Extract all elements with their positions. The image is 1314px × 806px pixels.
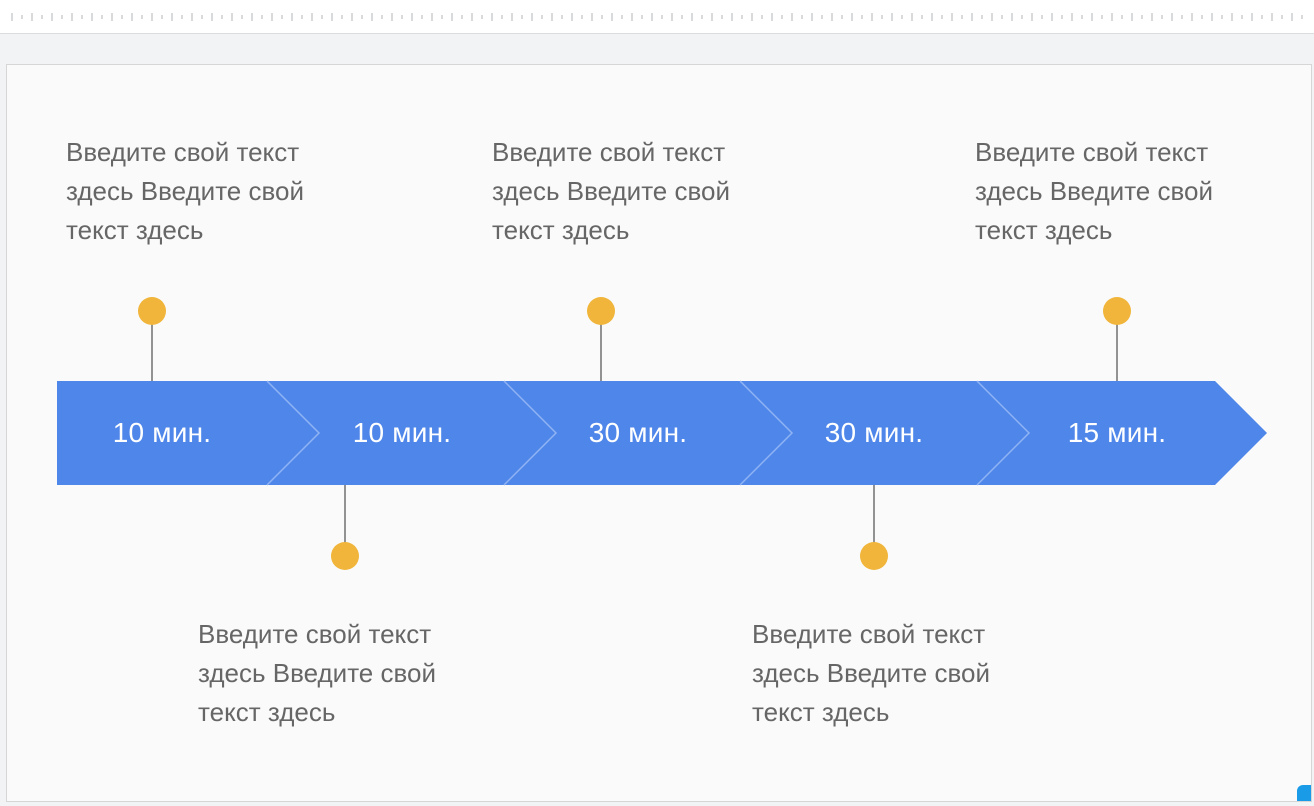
pin-dot-top-1[interactable] [138,297,166,325]
ruler-ticks [11,13,1303,21]
timeline-step-label-1[interactable]: 10 мин. [57,381,267,485]
pin-dot-bottom-1[interactable] [331,542,359,570]
pin-dot-top-3[interactable] [1103,297,1131,325]
timeline-step-label-2[interactable]: 10 мин. [297,381,507,485]
pin-dot-bottom-2[interactable] [860,542,888,570]
timeline-step-label-3[interactable]: 30 мин. [533,381,743,485]
note-top-3[interactable]: Введите свой текст здесь Введите свой те… [975,133,1275,250]
timeline-step-label-5[interactable]: 15 мин. [1007,381,1227,485]
note-bottom-2[interactable]: Введите свой текст здесь Введите свой те… [752,615,1052,732]
pin-dot-top-2[interactable] [587,297,615,325]
resize-handle-icon[interactable] [1297,785,1311,801]
ruler-tick-group [11,13,1303,21]
timeline-step-label-4[interactable]: 30 мин. [769,381,979,485]
note-top-2[interactable]: Введите свой текст здесь Введите свой те… [492,133,792,250]
note-bottom-1[interactable]: Введите свой текст здесь Введите свой те… [198,615,498,732]
horizontal-ruler [0,0,1314,34]
note-top-1[interactable]: Введите свой текст здесь Введите свой те… [66,133,366,250]
slide-canvas[interactable]: 10 мин. 10 мин. 30 мин. 30 мин. 15 мин. … [6,64,1312,802]
